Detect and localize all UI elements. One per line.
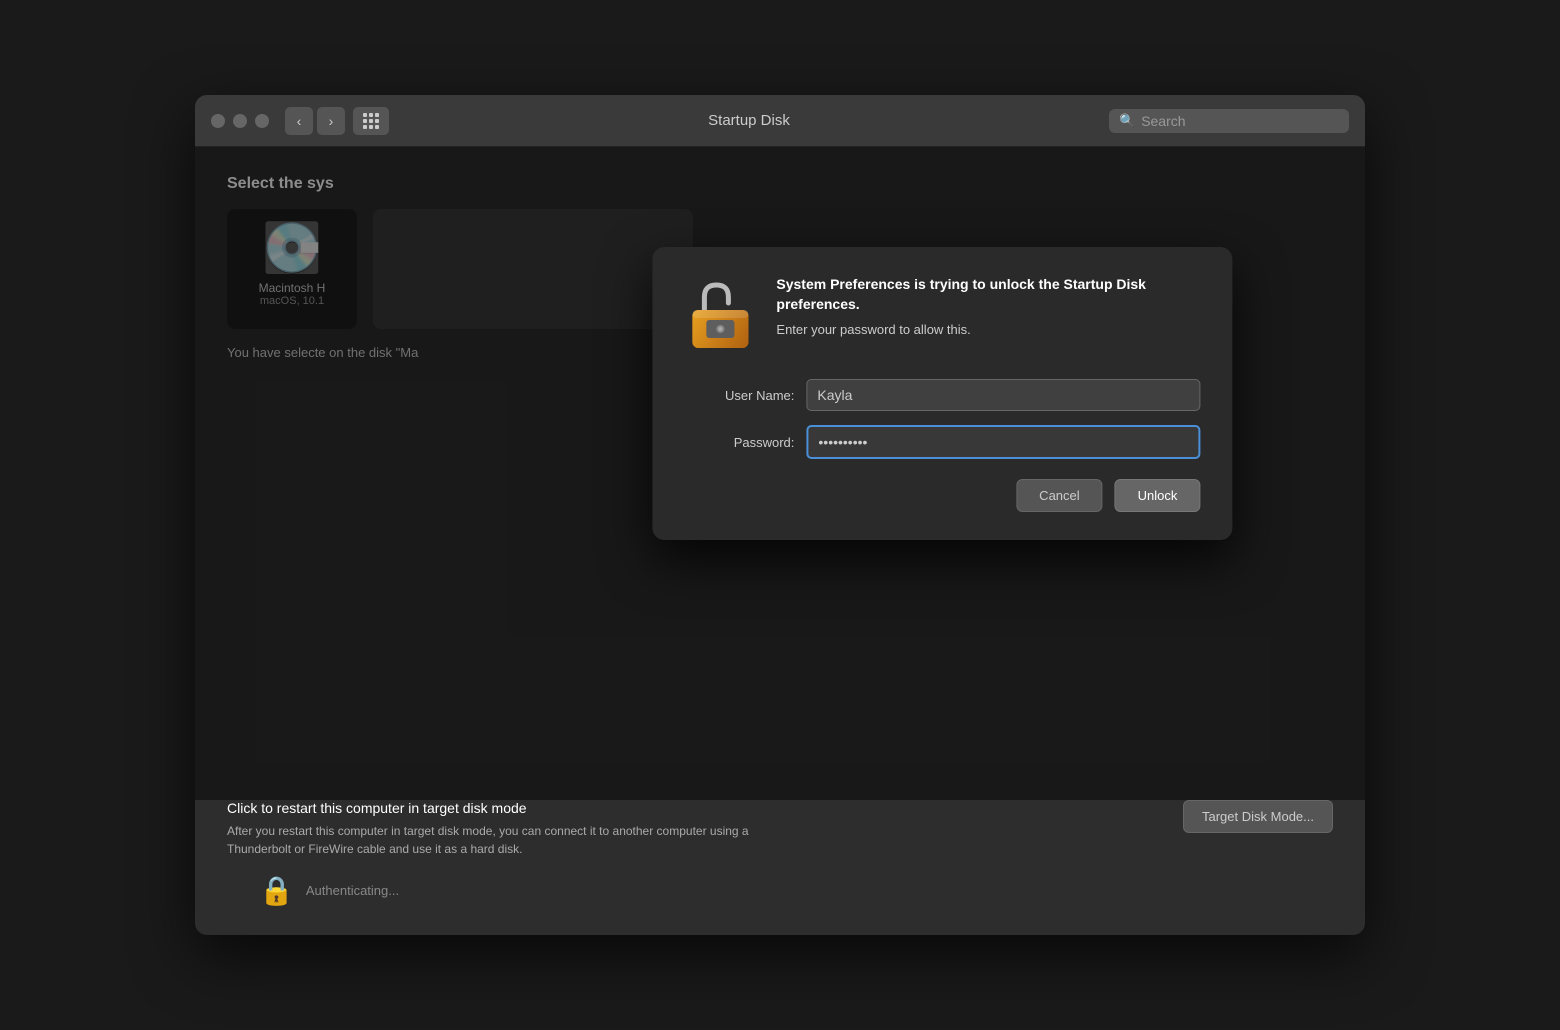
dialog-buttons: Cancel Unlock bbox=[684, 479, 1200, 512]
grid-view-button[interactable] bbox=[353, 107, 389, 135]
lock-icon bbox=[684, 275, 756, 355]
password-input[interactable] bbox=[806, 425, 1200, 459]
back-icon: ‹ bbox=[297, 113, 302, 129]
dialog-title: System Preferences is trying to unlock t… bbox=[776, 275, 1200, 314]
username-label: User Name: bbox=[684, 388, 794, 403]
nav-buttons: ‹ › bbox=[285, 107, 389, 135]
target-disk-info: Click to restart this computer in target… bbox=[227, 800, 807, 858]
bottom-section: Click to restart this computer in target… bbox=[195, 800, 1365, 935]
target-disk-row: Click to restart this computer in target… bbox=[227, 800, 1333, 858]
back-button[interactable]: ‹ bbox=[285, 107, 313, 135]
forward-icon: › bbox=[329, 113, 334, 129]
auth-dialog: System Preferences is trying to unlock t… bbox=[652, 247, 1232, 540]
password-label: Password: bbox=[684, 435, 794, 450]
main-window: ‹ › Startup Disk 🔍 Select the sys bbox=[195, 95, 1365, 935]
forward-button[interactable]: › bbox=[317, 107, 345, 135]
dialog-text: System Preferences is trying to unlock t… bbox=[776, 275, 1200, 337]
grid-icon bbox=[363, 113, 379, 129]
unlock-button[interactable]: Unlock bbox=[1115, 479, 1201, 512]
close-button[interactable] bbox=[211, 114, 225, 128]
dialog-header: System Preferences is trying to unlock t… bbox=[684, 275, 1200, 355]
target-disk-button[interactable]: Target Disk Mode... bbox=[1183, 800, 1333, 833]
username-input[interactable] bbox=[806, 379, 1200, 411]
titlebar: ‹ › Startup Disk 🔍 bbox=[195, 95, 1365, 147]
window-title: Startup Disk bbox=[389, 112, 1109, 129]
cancel-button[interactable]: Cancel bbox=[1016, 479, 1102, 512]
search-bar[interactable]: 🔍 bbox=[1109, 109, 1349, 133]
main-content: Select the sys 💽 Macintosh H macOS, 10.1… bbox=[195, 147, 1365, 800]
dialog-subtitle: Enter your password to allow this. bbox=[776, 322, 1200, 337]
search-icon: 🔍 bbox=[1119, 113, 1135, 129]
footer-lock: 🔒 Authenticating... bbox=[227, 874, 1333, 907]
auth-status-text: Authenticating... bbox=[306, 883, 399, 898]
target-disk-title: Click to restart this computer in target… bbox=[227, 800, 807, 816]
username-row: User Name: bbox=[684, 379, 1200, 411]
footer-lock-icon: 🔒 bbox=[259, 874, 294, 907]
target-disk-desc: After you restart this computer in targe… bbox=[227, 822, 807, 858]
maximize-button[interactable] bbox=[255, 114, 269, 128]
search-input[interactable] bbox=[1141, 113, 1339, 129]
password-row: Password: bbox=[684, 425, 1200, 459]
traffic-lights bbox=[211, 114, 269, 128]
minimize-button[interactable] bbox=[233, 114, 247, 128]
